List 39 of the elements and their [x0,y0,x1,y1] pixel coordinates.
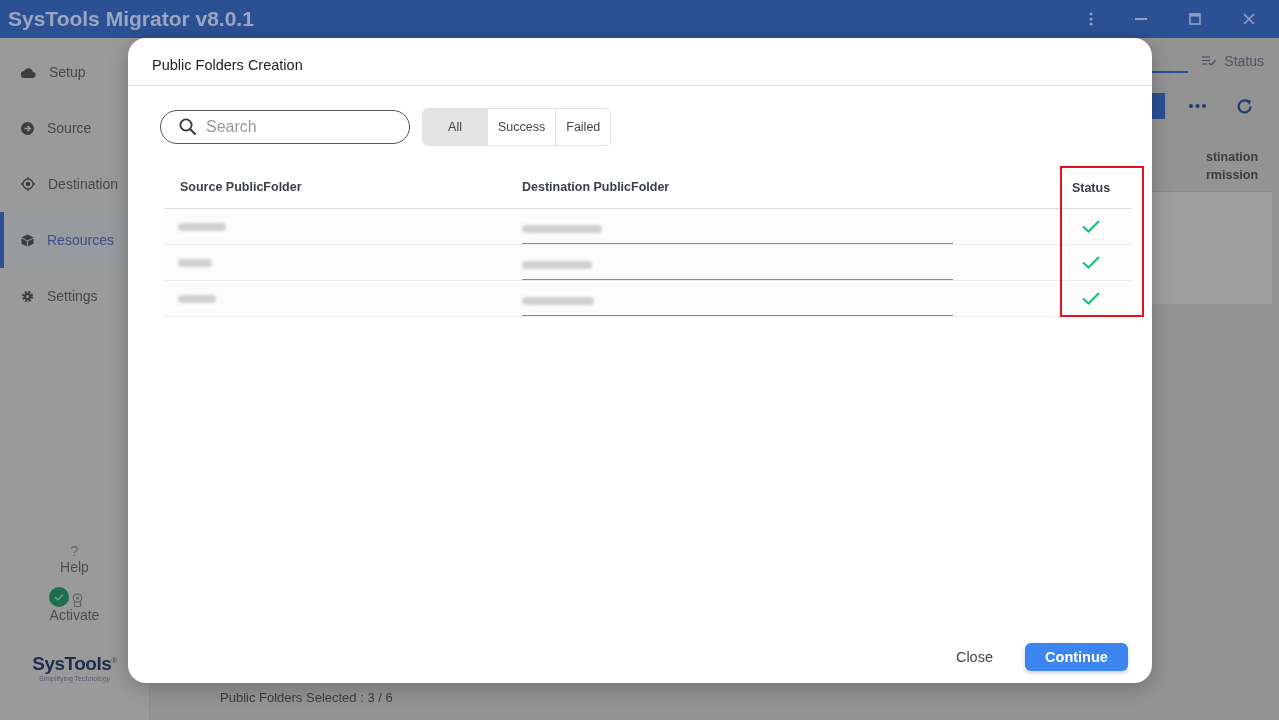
sidebar-item[interactable]: Settings [0,268,149,324]
blurred-text [178,222,226,231]
filter-tab[interactable]: Failed [555,109,611,145]
search-field[interactable]: Search [160,110,410,144]
column-header: Destination PublicFolder [522,180,671,194]
more-icon[interactable] [1089,12,1093,26]
search-icon [179,118,197,136]
close-button[interactable]: Close [955,645,993,669]
blurred-text [178,258,212,267]
column-heading: stination [1205,149,1259,166]
refresh-icon[interactable] [1236,97,1253,115]
continue-button[interactable]: Continue [1025,643,1128,671]
checklist-icon [1202,56,1217,66]
sidebar-item[interactable]: Destination [0,156,149,212]
close-icon[interactable] [1243,13,1255,25]
column-header: Source PublicFolder [179,180,303,194]
status-tab[interactable]: Status [1202,53,1264,69]
blurred-text [178,294,216,303]
column-header: Status [1070,180,1112,195]
cube-icon [21,233,34,247]
sidebar-item[interactable]: Setup [0,44,149,100]
filter-tab[interactable]: All [423,109,487,145]
maximize-icon[interactable] [1189,13,1201,25]
arrow-circle-icon [21,121,34,135]
column-heading: rmission [1205,167,1259,184]
target-icon [21,177,35,191]
sidebar-item[interactable]: Source [0,100,149,156]
settings-icon [21,289,34,303]
more-icon[interactable] [1189,104,1206,108]
status-text: Public Folders Selected : 3 / 6 [220,690,393,705]
brand-logo: SysTools$^{®}$ [32,653,117,675]
activate-button[interactable]: Activate [49,587,100,623]
question-icon: ? [70,543,79,559]
award-icon [71,593,83,607]
dialog-title: Public Folders Creation [152,56,303,73]
window-title: SysTools Migrator v8.0.1 [8,7,254,31]
tab-underline [1152,71,1189,73]
cloud-icon [21,66,36,78]
help-button[interactable]: ? Help [60,543,89,575]
